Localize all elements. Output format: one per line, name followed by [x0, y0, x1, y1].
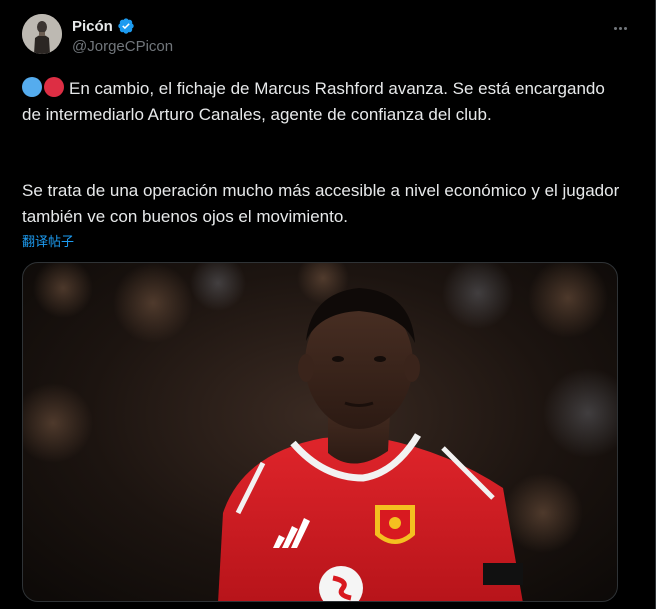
translate-post-link[interactable]: 翻译帖子 — [22, 231, 74, 250]
tweet-paragraph-1: En cambio, el fichaje de Marcus Rashford… — [22, 76, 622, 128]
tweet-header: Picón @JorgeCPicon — [22, 14, 639, 62]
blue-circle-emoji-icon — [22, 77, 42, 97]
tweet-media-photo[interactable] — [22, 262, 618, 602]
paragraph-1-text: En cambio, el fichaje de Marcus Rashford… — [22, 79, 610, 124]
tweet-paragraph-2: Se trata de una operación mucho más acce… — [22, 181, 620, 226]
user-handle[interactable]: @JorgeCPicon — [72, 38, 173, 55]
verified-badge-icon — [117, 17, 135, 35]
display-name[interactable]: Picón — [72, 18, 113, 35]
more-options-icon[interactable] — [607, 18, 633, 38]
red-circle-emoji-icon — [44, 77, 64, 97]
tweet-card: Picón @JorgeCPicon En cambio, el fichaje… — [0, 0, 656, 609]
avatar[interactable] — [22, 14, 62, 54]
name-row: Picón — [72, 17, 135, 35]
